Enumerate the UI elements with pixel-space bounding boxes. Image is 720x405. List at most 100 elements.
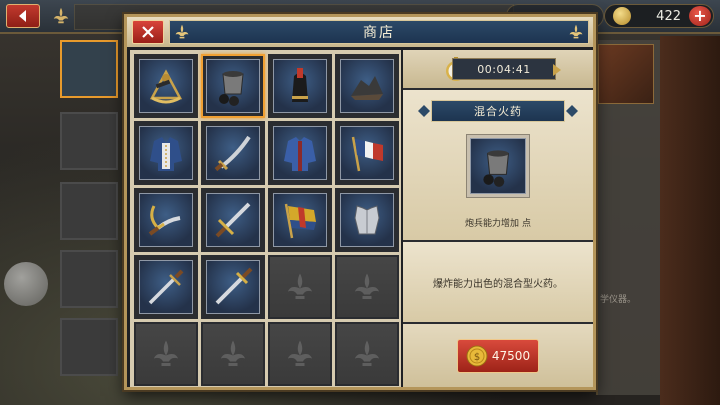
refresh-timer-row: 00:04:41 — [403, 50, 593, 88]
item-frame — [273, 193, 327, 247]
purchase-panel: $ 47500 — [403, 324, 593, 387]
empty-slot-bg — [136, 324, 196, 384]
ornament-arrow-icon — [553, 64, 561, 76]
background-slot — [60, 112, 118, 170]
background-slot — [60, 182, 118, 240]
back-arrow-icon — [19, 10, 26, 22]
item-frame — [340, 59, 394, 113]
shop-item-slot[interactable] — [268, 188, 332, 252]
empty-slot-bg — [337, 257, 397, 317]
background-wall — [660, 36, 720, 405]
shop-item-slot[interactable] — [134, 255, 198, 319]
globe-icon — [4, 262, 48, 306]
background-slot — [60, 40, 118, 98]
medal-counter: 422 + — [604, 4, 714, 28]
item-price: 47500 — [491, 348, 531, 363]
item-frame — [340, 193, 394, 247]
close-button[interactable] — [132, 20, 164, 44]
fleur-de-lis-icon — [288, 273, 312, 299]
shop-dialog: 商店 00:04:41 混合火药 炮兵能力增加 点 爆炸能力出色的混合型火药。 … — [124, 14, 596, 390]
item-description-panel: 爆炸能力出色的混合型火药。 — [403, 242, 593, 322]
item-frame — [340, 126, 394, 180]
close-icon — [142, 26, 154, 38]
shop-item-grid — [130, 50, 401, 387]
shop-item-slot[interactable] — [201, 255, 265, 319]
bonus-prefix: 炮兵能力增加 — [465, 219, 520, 229]
shop-item-slot[interactable] — [134, 188, 198, 252]
chest-icon — [598, 44, 654, 104]
item-frame — [206, 193, 260, 247]
background-note: 学仪器。 — [600, 295, 637, 305]
item-frame — [206, 59, 260, 113]
long-sword-icon — [215, 267, 253, 305]
shop-item-slot[interactable] — [268, 54, 332, 118]
add-medals-button[interactable]: + — [689, 6, 711, 26]
item-bonus: 炮兵能力增加 点 — [403, 216, 593, 229]
jacket-icon — [284, 137, 316, 171]
shop-item-slot[interactable] — [335, 54, 399, 118]
fleur-de-lis-icon — [288, 340, 312, 366]
fleur-de-lis-icon — [175, 24, 189, 39]
item-frame — [139, 126, 193, 180]
cuirass-icon — [354, 205, 380, 235]
ore-pile-icon — [351, 76, 383, 100]
bonus-suffix: 点 — [521, 219, 531, 229]
item-frame — [139, 260, 193, 314]
shop-item-slot[interactable] — [335, 188, 399, 252]
ornament-icon — [566, 105, 578, 117]
battle-flag-icon — [284, 203, 316, 239]
fleur-de-lis-icon — [53, 7, 69, 24]
item-frame — [206, 126, 260, 180]
empty-slot-bg — [270, 257, 330, 317]
item-frame — [273, 126, 327, 180]
item-name-plate: 混合火药 — [418, 100, 578, 122]
back-button[interactable] — [6, 4, 40, 28]
gold-coin-icon: $ — [466, 345, 488, 366]
empty-item-slot — [268, 255, 332, 319]
svg-text:$: $ — [474, 352, 480, 363]
item-preview — [466, 134, 530, 198]
fleur-de-lis-icon — [355, 340, 379, 366]
fleur-de-lis-icon — [221, 340, 245, 366]
refresh-timer-text: 00:04:41 — [477, 62, 531, 76]
sextant-icon — [149, 69, 183, 104]
ornament-icon — [418, 105, 430, 117]
background-slot — [60, 318, 118, 376]
background-item-column — [60, 40, 126, 400]
empty-item-slot — [201, 322, 265, 386]
selected-item-panel: 混合火药 炮兵能力增加 点 — [403, 90, 593, 240]
gunpowder-bucket-icon — [219, 71, 244, 106]
shop-item-slot[interactable] — [134, 54, 198, 118]
shop-item-slot[interactable] — [268, 121, 332, 185]
shop-item-slot-selected[interactable] — [201, 54, 265, 118]
empty-slot-bg — [203, 324, 263, 384]
background-slot — [60, 250, 118, 308]
shop-item-slot[interactable] — [201, 188, 265, 252]
empty-slot-bg — [337, 324, 397, 384]
shako-hat-icon — [292, 68, 308, 102]
shop-title: 商店 — [363, 25, 395, 41]
shop-item-slot[interactable] — [335, 121, 399, 185]
empty-item-slot — [335, 255, 399, 319]
shop-title-plate: 商店 — [169, 20, 589, 44]
fleur-de-lis-icon — [569, 24, 583, 39]
item-name: 混合火药 — [474, 105, 522, 118]
fleur-de-lis-icon — [355, 273, 379, 299]
tricolor-flag-icon — [351, 136, 383, 172]
empty-item-slot — [268, 322, 332, 386]
item-frame — [273, 59, 327, 113]
item-frame — [139, 59, 193, 113]
shop-item-slot[interactable] — [134, 121, 198, 185]
shop-item-slot[interactable] — [201, 121, 265, 185]
item-preview-inner — [470, 138, 526, 194]
item-frame — [206, 260, 260, 314]
buy-button[interactable]: $ 47500 — [457, 338, 539, 373]
item-detail-panel: 00:04:41 混合火药 炮兵能力增加 点 爆炸能力出色的混合型火药。 $ 4… — [403, 50, 593, 387]
item-description: 爆炸能力出色的混合型火药。 — [433, 278, 563, 290]
empty-item-slot — [134, 322, 198, 386]
medal-count: 422 — [656, 8, 681, 24]
item-frame — [139, 193, 193, 247]
dagger-icon — [148, 269, 184, 305]
refresh-timer: 00:04:41 — [452, 58, 561, 80]
medal-icon — [613, 7, 631, 25]
